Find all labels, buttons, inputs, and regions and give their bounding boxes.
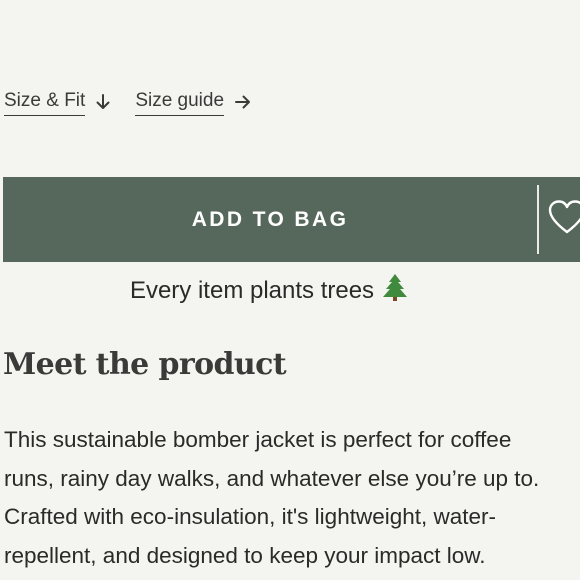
product-description: This sustainable bomber jacket is perfec… [4, 421, 580, 575]
description-line: Crafted with eco-insulation, it's lightw… [4, 504, 497, 530]
plants-trees-promo: Every item plants trees [0, 272, 540, 311]
description-line: This sustainable bomber jacket is perfec… [4, 427, 512, 452]
size-fit-link[interactable]: Size & Fit [4, 88, 111, 116]
description-line: repellent, and designed to keep your imp… [4, 542, 486, 568]
add-to-bag-bar: ADD TO BAG [3, 177, 580, 262]
size-links: Size & Fit Size guide [4, 88, 252, 116]
meet-the-product-heading: Meet the product [3, 347, 287, 382]
wishlist-button[interactable] [547, 177, 580, 262]
arrow-right-icon [234, 94, 252, 110]
size-guide-label: Size guide [135, 88, 225, 116]
add-to-bag-button[interactable]: ADD TO BAG [3, 177, 537, 262]
description-line: runs, rainy day walks, and whatever else… [4, 465, 540, 491]
arrow-down-icon [95, 93, 111, 111]
heart-icon [547, 199, 580, 240]
size-fit-label: Size & Fit [4, 88, 86, 116]
evergreen-tree-icon [380, 272, 410, 311]
button-divider [537, 185, 539, 254]
size-guide-link[interactable]: Size guide [135, 88, 252, 116]
promo-text: Every item plants trees [129, 277, 375, 304]
